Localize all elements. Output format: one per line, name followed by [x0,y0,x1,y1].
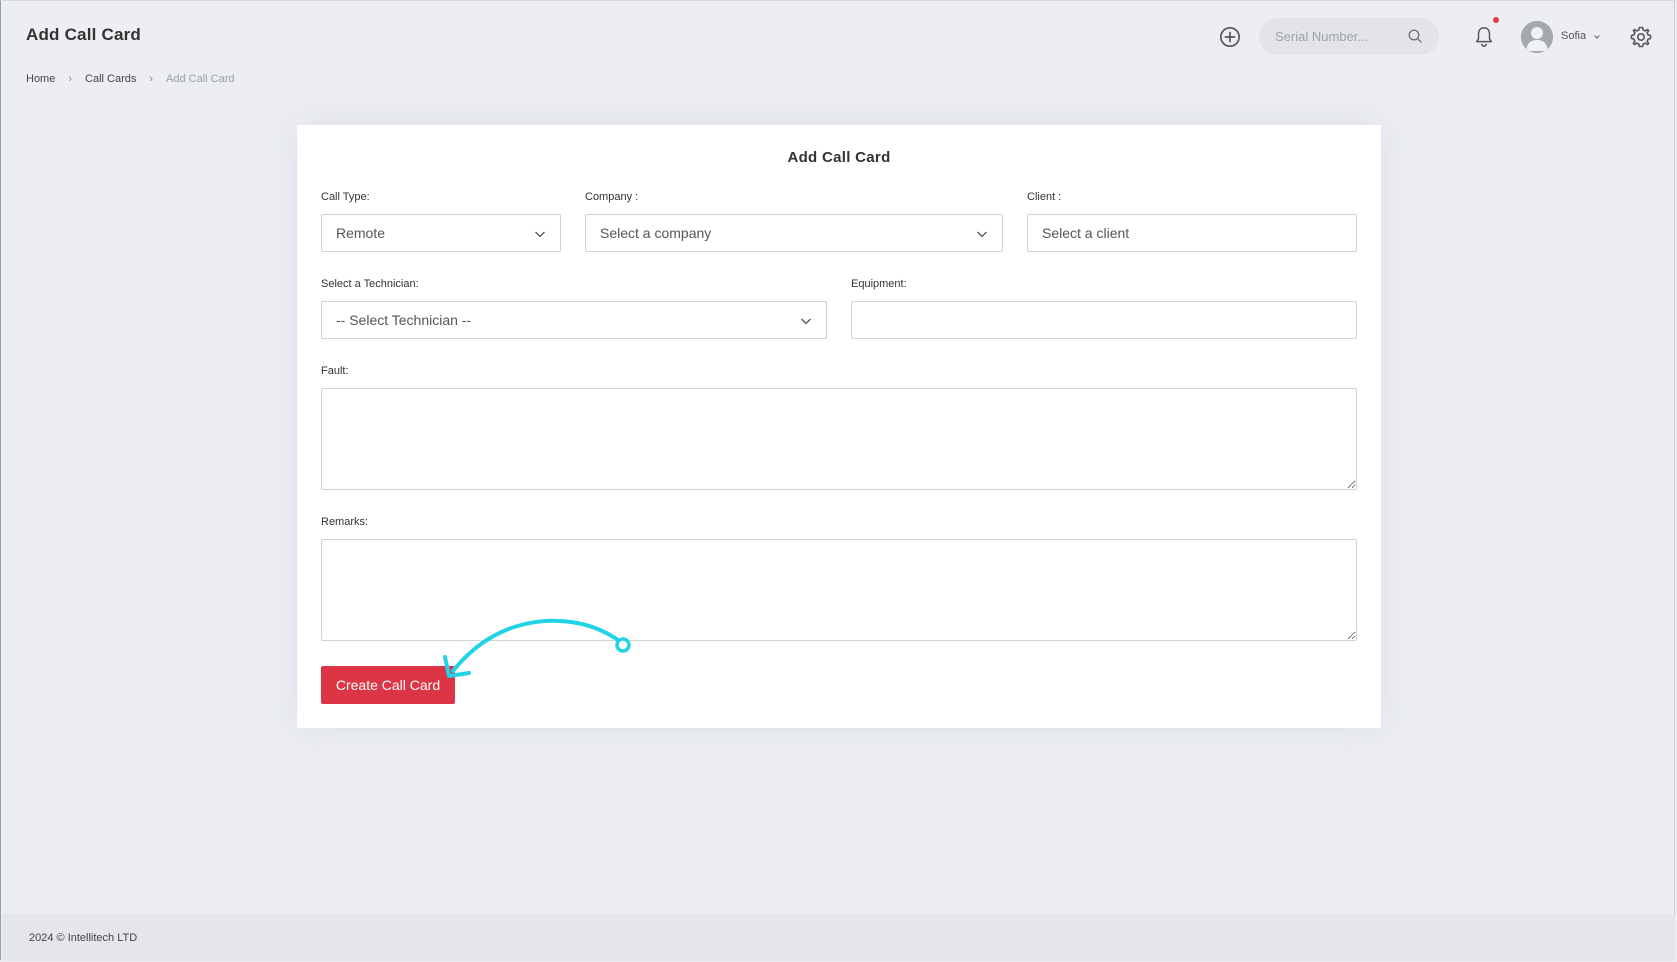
call-type-label: Call Type: [321,191,370,203]
breadcrumb-current: Add Call Card [166,73,235,85]
bell-icon[interactable] [1473,25,1495,49]
page-title: Add Call Card [26,25,142,44]
create-call-card-button[interactable]: Create Call Card [321,666,455,704]
search-icon[interactable] [1407,28,1423,44]
gear-icon[interactable] [1629,25,1653,49]
chevron-down-icon [1594,35,1600,39]
call-type-select[interactable]: Remote [321,214,561,252]
call-type-value: Remote [336,225,386,241]
plus-circle-icon[interactable] [1219,26,1241,48]
breadcrumb-call-cards[interactable]: Call Cards [85,73,136,85]
remarks-textarea[interactable] [321,539,1357,641]
chevron-down-icon [977,231,987,238]
app-window: Add Call Card Serial Number... Sofia Hom… [0,0,1677,961]
technician-select[interactable]: -- Select Technician -- [321,301,827,339]
breadcrumb-separator: › [149,73,154,85]
company-label: Company : [585,191,639,203]
company-select[interactable]: Select a company [585,214,1003,252]
search-input[interactable] [1275,27,1395,46]
user-menu[interactable]: Sofia [1521,21,1601,53]
breadcrumb-separator: › [68,73,73,85]
search-box [1259,18,1439,55]
breadcrumb-home[interactable]: Home [26,73,55,85]
footer: 2024 © Intellitech LTD [2,914,1675,961]
top-bar: Add Call Card Serial Number... Sofia [1,1,1677,73]
avatar [1521,21,1553,53]
notification-dot [1493,17,1499,23]
company-value: Select a company [600,225,712,241]
equipment-label: Equipment: [851,278,907,290]
breadcrumb: Home › Call Cards › Add Call Card [26,73,235,85]
client-label: Client : [1027,191,1062,203]
chevron-down-icon [801,318,811,325]
equipment-input[interactable] [851,301,1357,339]
technician-label: Select a Technician: [321,278,419,290]
fault-label: Fault: [321,365,349,377]
form-title: Add Call Card [787,149,891,166]
footer-copyright: 2024 © Intellitech LTD [29,932,138,944]
fault-textarea[interactable] [321,388,1357,490]
remarks-label: Remarks: [321,516,369,528]
user-name: Sofia [1561,30,1587,42]
chevron-down-icon [535,231,545,238]
technician-value: -- Select Technician -- [336,312,472,328]
client-input[interactable] [1027,214,1357,252]
add-call-card-form: Add Call Card Call Type: Remote Company … [297,125,1381,728]
